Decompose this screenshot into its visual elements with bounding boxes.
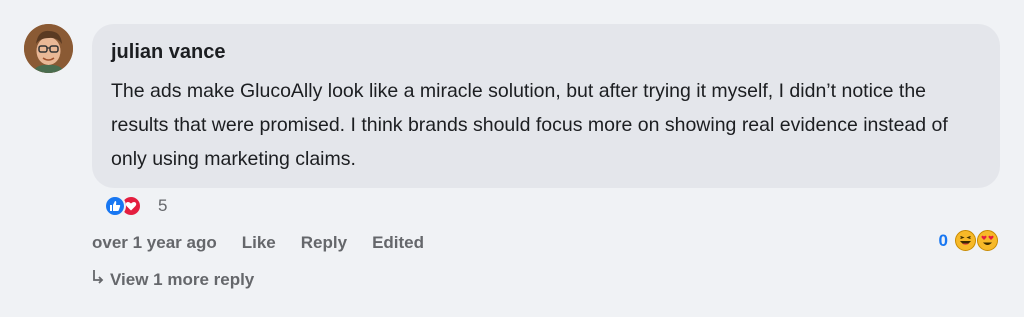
comment-author[interactable]: julian vance [111,40,980,64]
like-icon [104,195,126,217]
timestamp[interactable]: over 1 year ago [92,232,217,254]
reply-arrow-icon [92,269,104,291]
reply-button[interactable]: Reply [301,232,347,254]
like-button[interactable]: Like [242,232,276,254]
avatar[interactable] [24,24,73,73]
comment-text: The ads make GlucoAlly look like a mirac… [111,80,948,170]
comment-bubble: julian vance The ads make GlucoAlly look… [92,24,1000,188]
laughing-emoji-icon [955,230,976,251]
edited-label: Edited [372,233,425,252]
reaction-summary[interactable]: 5 [104,195,167,217]
secondary-reaction-count: 0 [938,230,948,250]
reaction-count: 5 [158,196,168,215]
view-more-replies-link[interactable]: View 1 more reply [92,269,254,291]
secondary-reactions[interactable]: 0 [939,230,998,251]
view-more-replies-label: View 1 more reply [110,270,255,289]
comment-actions: over 1 year ago Like Reply Edited [92,232,449,254]
heart-eyes-emoji-icon [977,230,998,251]
